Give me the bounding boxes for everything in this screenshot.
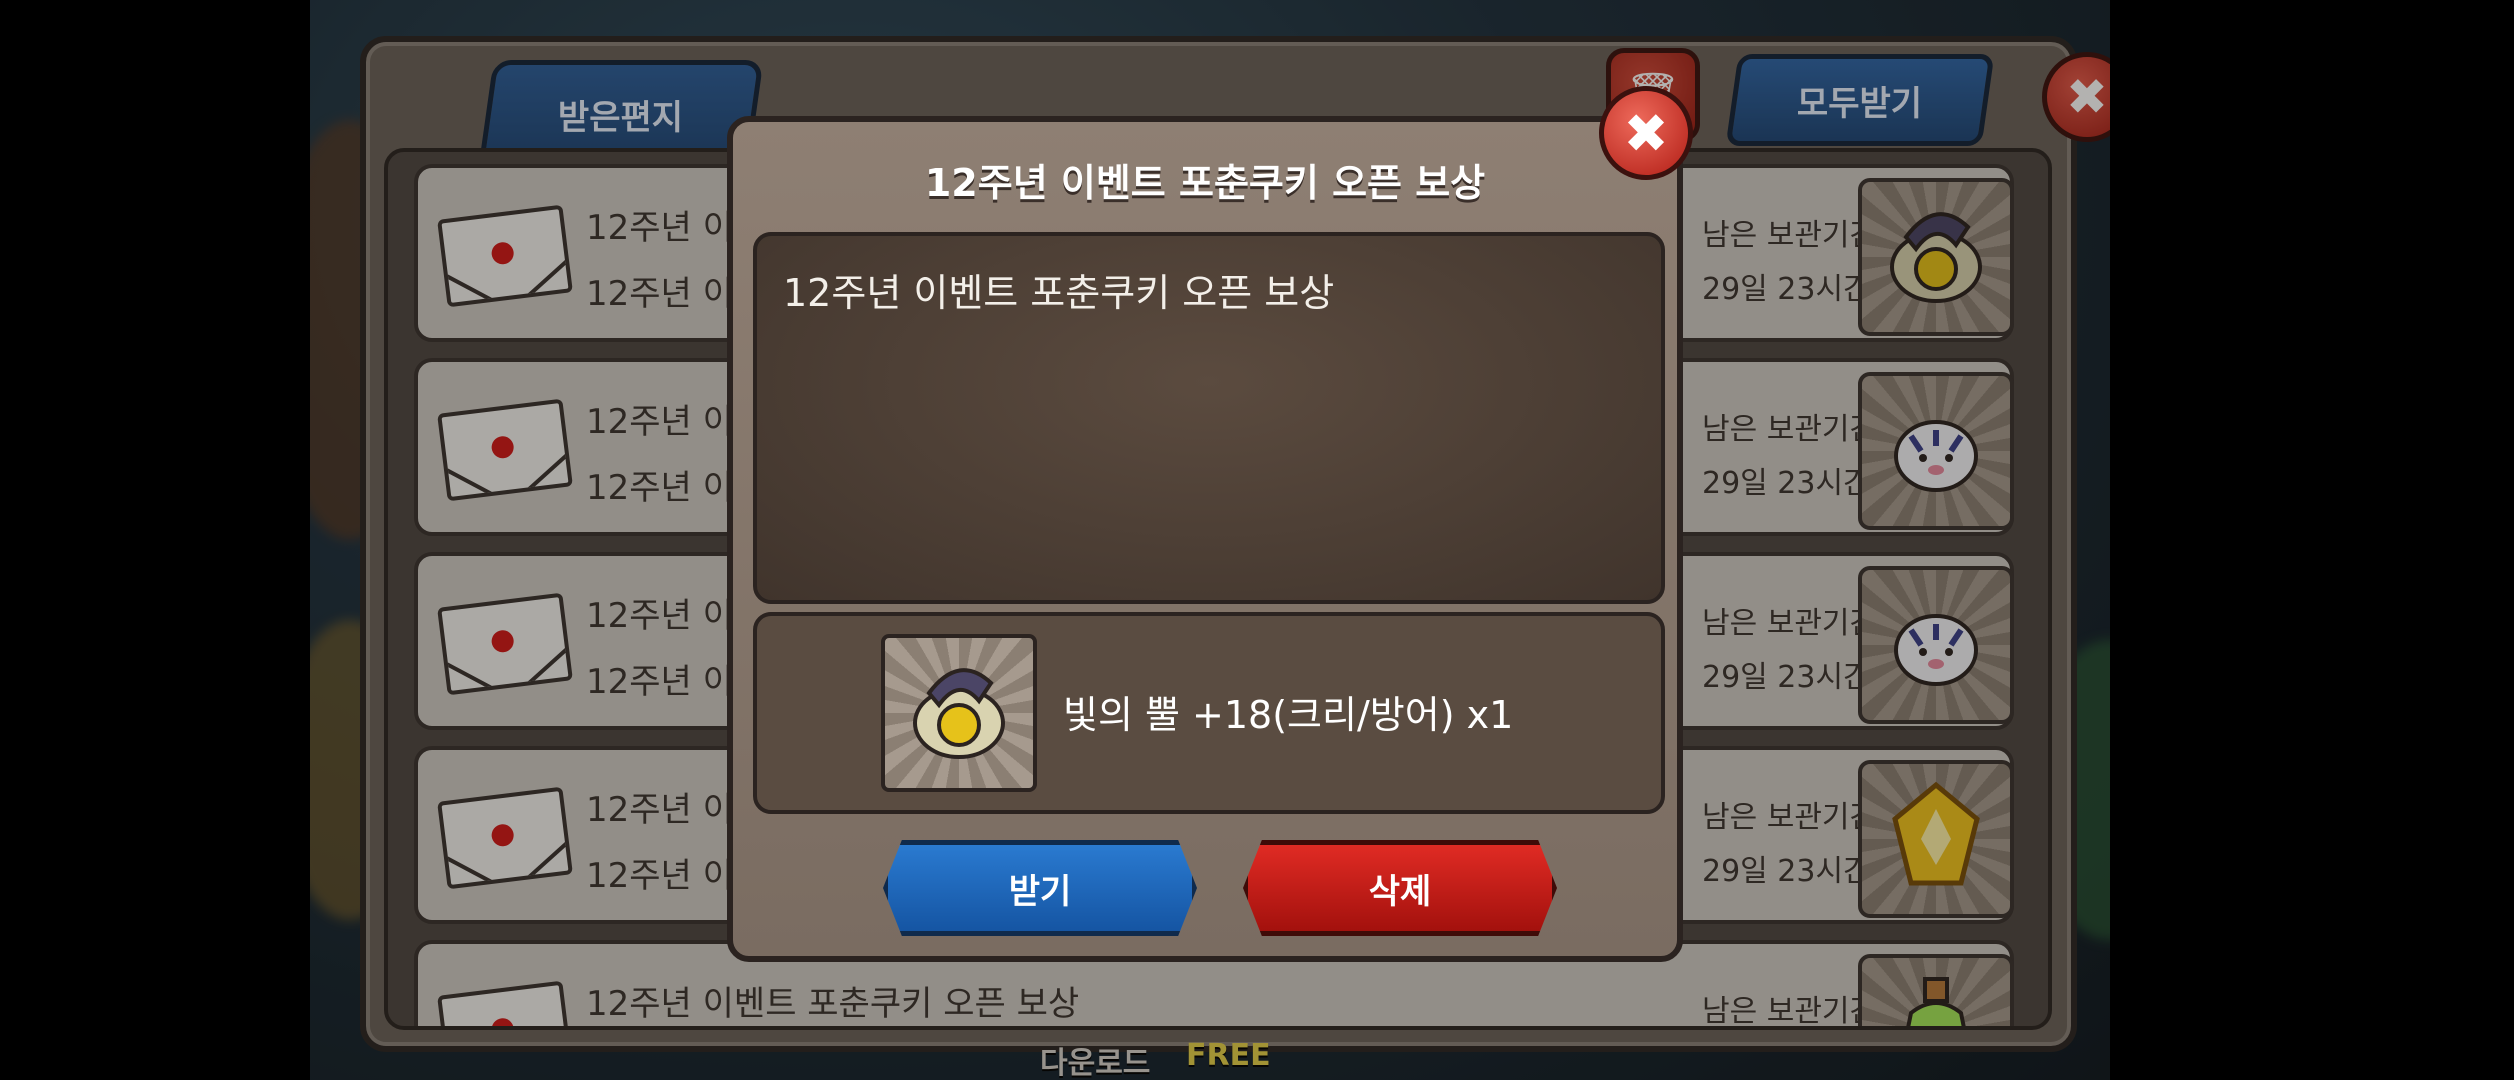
delete-label: 삭제	[1368, 871, 1432, 912]
receive-button[interactable]: 받기	[883, 840, 1197, 936]
mail-detail-dialog: 12주년 이벤트 포춘쿠키 오픈 보상 ✖ 12주년 이벤트 포춘쿠키 오픈 보…	[727, 86, 1693, 962]
message-text: 12주년 이벤트 포춘쿠키 오픈 보상	[783, 271, 1335, 315]
reward-box: 빛의 뿔 +18(크리/방어) x1	[753, 612, 1665, 814]
reward-text: 빛의 뿔 +18(크리/방어) x1	[1063, 693, 1514, 737]
dialog-close-button[interactable]: ✖	[1599, 86, 1693, 180]
game-screen: 받은편지 🗑 모두받기 ✖ 12주년 이벤트 포춘쿠키 오픈 보상 12주년 이…	[310, 0, 2110, 1080]
dialog-title: 12주년 이벤트 포춘쿠키 오픈 보상	[924, 161, 1486, 205]
close-icon: ✖	[1623, 101, 1669, 165]
message-box: 12주년 이벤트 포춘쿠키 오픈 보상	[753, 232, 1665, 604]
armor-piece-icon	[881, 634, 1037, 792]
delete-button[interactable]: 삭제	[1243, 840, 1557, 936]
receive-label: 받기	[1008, 871, 1072, 912]
